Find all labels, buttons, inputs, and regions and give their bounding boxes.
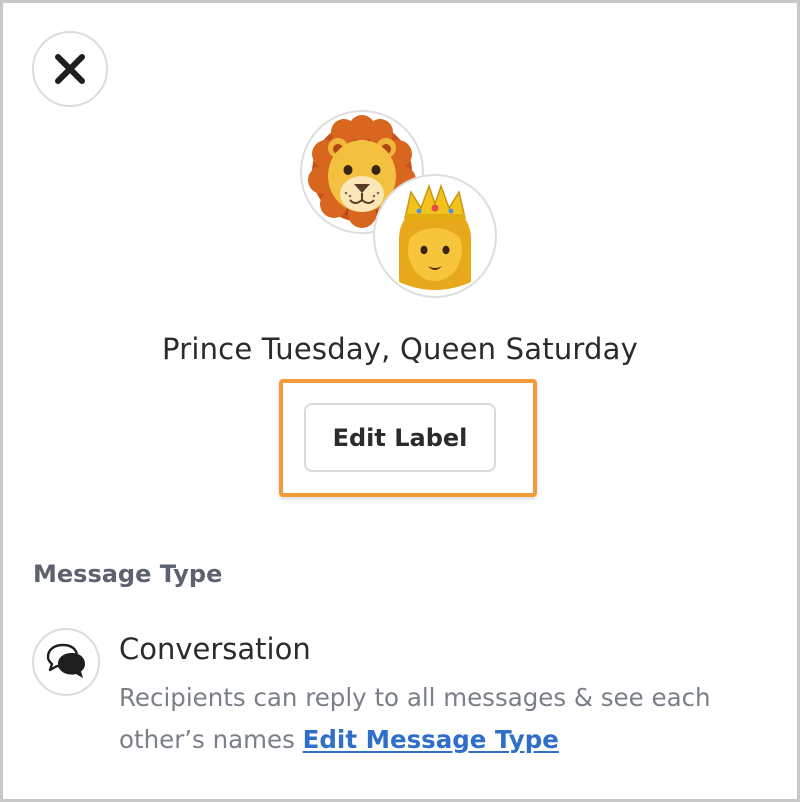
close-button[interactable] (32, 31, 108, 107)
message-type-icon-container (32, 628, 100, 696)
message-type-heading: Message Type (33, 560, 223, 588)
edit-message-type-link[interactable]: Edit Message Type (303, 725, 559, 754)
close-icon (55, 54, 85, 84)
avatar-princess (373, 174, 497, 298)
princess-crown-icon (398, 183, 472, 290)
speech-bubbles-icon (46, 643, 85, 678)
message-type-description: Recipients can reply to all messages & s… (119, 677, 759, 761)
group-name: Prince Tuesday, Queen Saturday (162, 332, 638, 366)
message-type-name: Conversation (119, 632, 311, 666)
edit-label-button[interactable]: Edit Label (304, 403, 496, 472)
